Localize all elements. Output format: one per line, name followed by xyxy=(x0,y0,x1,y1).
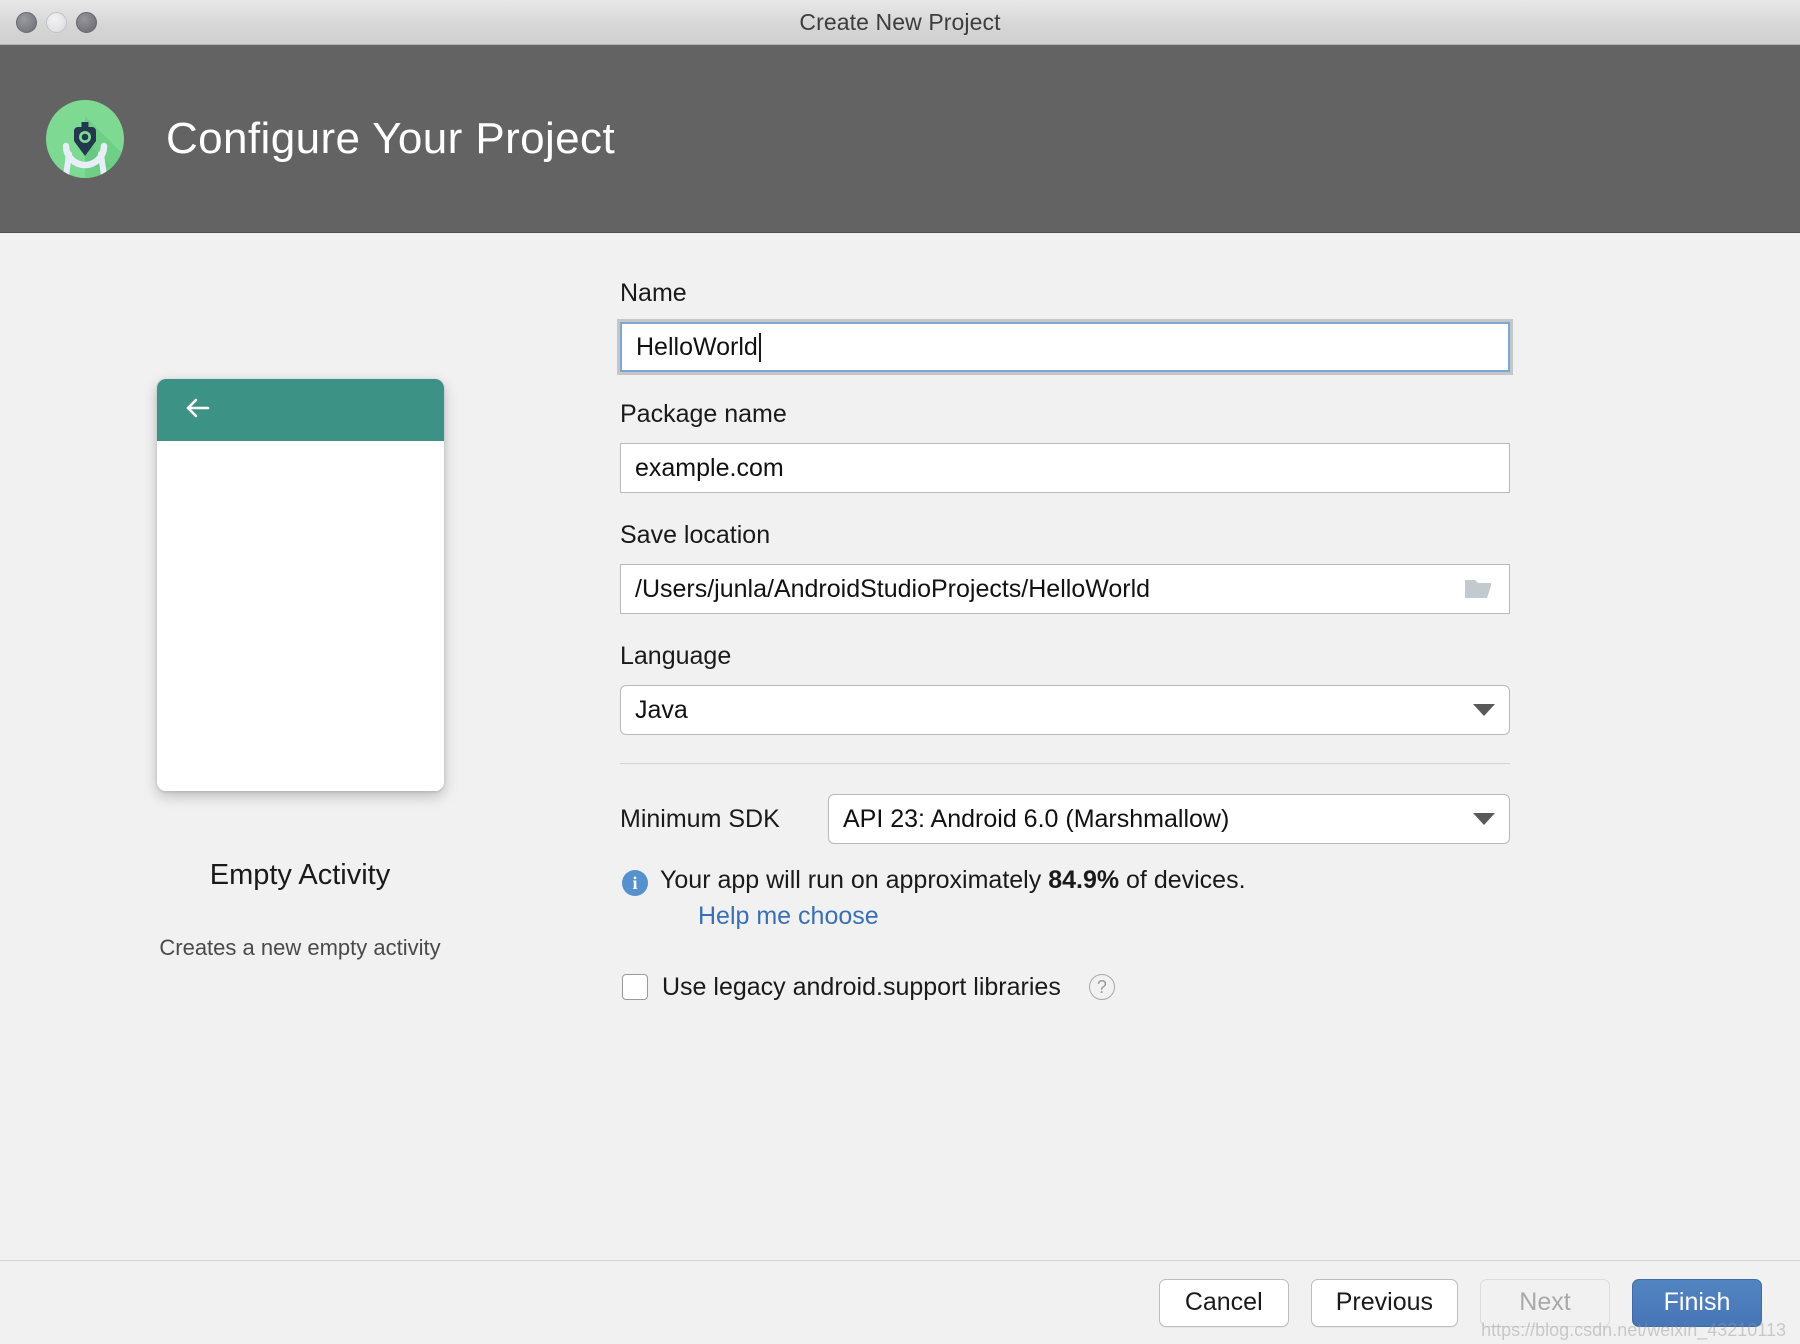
cancel-button[interactable]: Cancel xyxy=(1158,1278,1289,1327)
save-location-input-value: /Users/junla/AndroidStudioProjects/Hello… xyxy=(635,574,1151,603)
previous-button[interactable]: Previous xyxy=(1310,1278,1458,1327)
chevron-down-icon xyxy=(1473,704,1495,716)
devices-percent: 84.9% xyxy=(1048,866,1120,894)
name-label: Name xyxy=(620,279,687,307)
template-content-area xyxy=(156,441,444,791)
devices-text-after: of devices. xyxy=(1119,866,1246,894)
android-studio-logo-icon xyxy=(42,96,128,182)
window-controls xyxy=(16,0,97,45)
name-input[interactable]: HelloWorld xyxy=(620,322,1510,372)
next-button: Next xyxy=(1480,1278,1610,1327)
package-name-field-group: Package name example.com xyxy=(620,400,1700,493)
arrow-left-icon xyxy=(181,392,213,429)
language-select[interactable]: Java xyxy=(620,685,1510,735)
package-name-input-value: example.com xyxy=(635,453,784,482)
section-divider xyxy=(620,763,1510,764)
info-icon: i xyxy=(622,870,648,896)
language-field-group: Language Java xyxy=(620,642,1700,735)
close-button[interactable] xyxy=(16,12,37,33)
save-location-label: Save location xyxy=(620,521,771,549)
template-name: Empty Activity xyxy=(209,859,391,891)
page-title: Configure Your Project xyxy=(166,113,616,163)
window-title: Create New Project xyxy=(799,8,1001,35)
legacy-libraries-row[interactable]: Use legacy android.support libraries ? xyxy=(622,973,1700,1002)
legacy-libraries-label: Use legacy android.support libraries xyxy=(662,972,1061,1001)
create-new-project-dialog: Create New Project Configure Your Projec… xyxy=(0,0,1800,1344)
dialog-footer: Cancel Previous Next Finish https://blog… xyxy=(0,1260,1800,1344)
zoom-button[interactable] xyxy=(76,12,97,33)
language-label: Language xyxy=(620,642,732,670)
name-field-group: Name HelloWorld xyxy=(620,279,1700,372)
minimize-button[interactable] xyxy=(46,12,67,33)
save-location-field-group: Save location /Users/junla/AndroidStudio… xyxy=(620,521,1700,614)
dialog-body: Empty Activity Creates a new empty activ… xyxy=(0,233,1800,1260)
template-preview-panel: Empty Activity Creates a new empty activ… xyxy=(0,279,600,1260)
minimum-sdk-label: Minimum SDK xyxy=(620,804,780,833)
dialog-header: Configure Your Project xyxy=(0,45,1800,233)
devices-coverage-text: Your app will run on approximately 84.9%… xyxy=(660,864,1246,898)
devices-text-before: Your app will run on approximately xyxy=(660,866,1049,894)
chevron-down-icon xyxy=(1473,813,1495,825)
language-selected-value: Java xyxy=(635,695,688,724)
template-appbar xyxy=(156,379,444,441)
legacy-libraries-checkbox[interactable] xyxy=(622,974,648,1001)
text-caret xyxy=(758,332,761,362)
name-input-value: HelloWorld xyxy=(636,332,758,361)
project-config-form: Name HelloWorld Package name example.com… xyxy=(600,279,1800,1260)
template-preview-card xyxy=(156,379,444,791)
template-description: Creates a new empty activity xyxy=(159,935,441,960)
folder-icon[interactable] xyxy=(1463,576,1495,602)
minimum-sdk-selected-value: API 23: Android 6.0 (Marshmallow) xyxy=(843,804,1230,833)
devices-coverage-info: i Your app will run on approximately 84.… xyxy=(622,864,1700,931)
question-mark-icon[interactable]: ? xyxy=(1088,974,1115,1001)
minimum-sdk-field-group: Minimum SDK API 23: Android 6.0 (Marshma… xyxy=(620,794,1700,844)
minimum-sdk-select[interactable]: API 23: Android 6.0 (Marshmallow) xyxy=(828,794,1510,844)
finish-button[interactable]: Finish xyxy=(1632,1278,1762,1327)
package-name-input[interactable]: example.com xyxy=(620,443,1510,493)
window-titlebar: Create New Project xyxy=(0,0,1800,45)
save-location-input[interactable]: /Users/junla/AndroidStudioProjects/Hello… xyxy=(620,564,1510,614)
package-name-label: Package name xyxy=(620,400,787,428)
help-me-choose-link[interactable]: Help me choose xyxy=(698,902,879,931)
